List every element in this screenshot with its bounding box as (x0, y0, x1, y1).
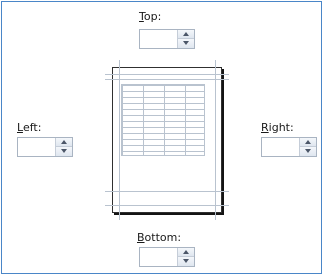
spin-down-icon (183, 259, 189, 263)
spin-up-icon (305, 140, 311, 144)
right-margin-decrement-button[interactable] (300, 147, 316, 156)
left-margin-input[interactable] (18, 138, 55, 156)
spin-up-icon (183, 32, 189, 36)
right-margin-spin-buttons (299, 138, 316, 156)
bottom-margin-increment-button[interactable] (178, 248, 194, 257)
right-margin-input[interactable] (262, 138, 299, 156)
bottom-margin-decrement-button[interactable] (178, 257, 194, 266)
page-preview-shadow-bottom (114, 213, 224, 215)
right-margin-increment-button[interactable] (300, 138, 316, 147)
left-margin-label: Left: (17, 121, 42, 134)
header-margin-guide (105, 74, 229, 75)
left-margin-guide (119, 60, 120, 220)
spin-up-icon (183, 250, 189, 254)
bottom-margin-label: Bottom: (137, 231, 182, 244)
top-margin-spin-buttons (177, 30, 194, 48)
bottom-margin-guide (105, 191, 229, 192)
page-preview-shadow-right (222, 69, 224, 215)
page-preview-table-grid (121, 84, 205, 156)
spin-up-icon (61, 140, 67, 144)
bottom-margin-spinner[interactable] (139, 247, 195, 267)
spin-down-icon (183, 41, 189, 45)
right-margin-guide (215, 60, 216, 220)
right-margin-label: Right: (261, 121, 294, 134)
bottom-margin-spin-buttons (177, 248, 194, 266)
top-margin-guide (105, 79, 229, 80)
left-margin-spin-buttons (55, 138, 72, 156)
right-margin-spinner[interactable] (261, 137, 317, 157)
left-margin-spinner[interactable] (17, 137, 73, 157)
footer-margin-guide (105, 205, 229, 206)
top-margin-spinner[interactable] (139, 29, 195, 49)
top-margin-label: Top: (139, 10, 162, 23)
spin-down-icon (305, 149, 311, 153)
top-margin-input[interactable] (140, 30, 177, 48)
bottom-margin-input[interactable] (140, 248, 177, 266)
left-margin-increment-button[interactable] (56, 138, 72, 147)
left-margin-decrement-button[interactable] (56, 147, 72, 156)
top-margin-increment-button[interactable] (178, 30, 194, 39)
spin-down-icon (61, 149, 67, 153)
top-margin-decrement-button[interactable] (178, 39, 194, 48)
